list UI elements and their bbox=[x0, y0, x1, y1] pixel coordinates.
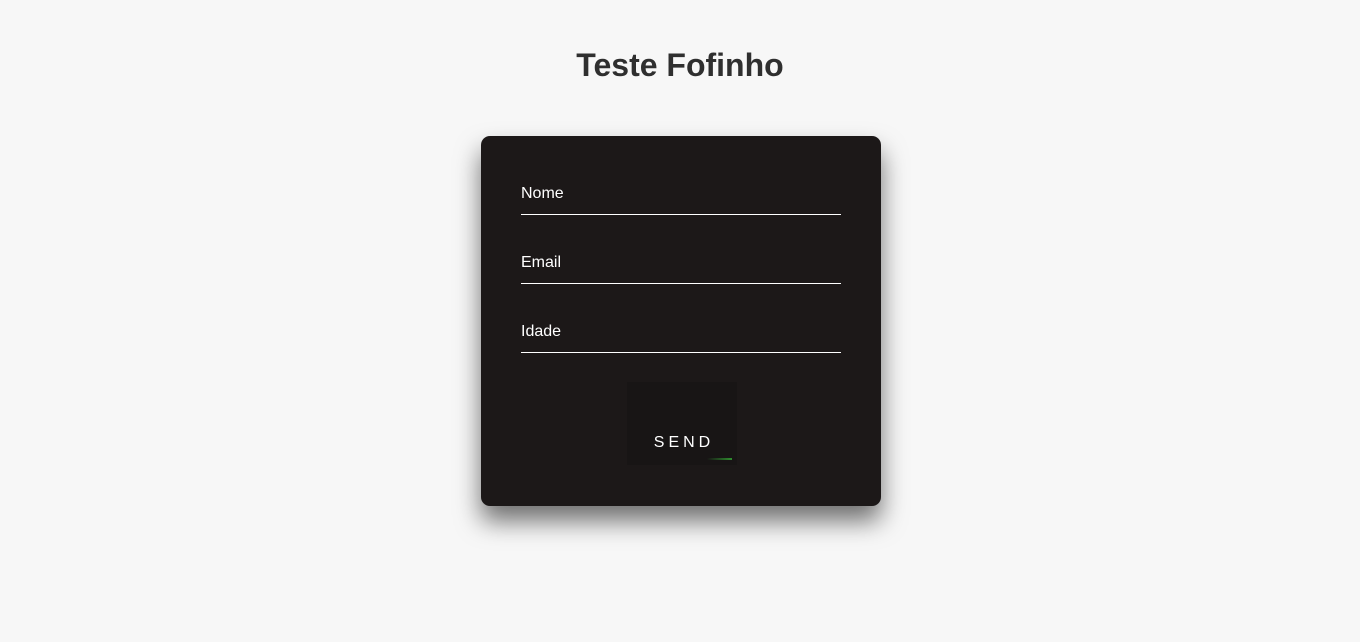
email-field[interactable]: Email bbox=[521, 243, 841, 284]
send-button-label: SEND bbox=[653, 434, 715, 451]
send-button[interactable]: SEND bbox=[627, 382, 737, 465]
send-button-accent-line bbox=[707, 458, 732, 460]
nome-label: Nome bbox=[521, 185, 564, 202]
email-label: Email bbox=[521, 254, 562, 271]
nome-field[interactable]: Nome bbox=[521, 174, 841, 215]
page: Teste Fofinho Nome Email Idade SEND bbox=[0, 0, 1360, 642]
idade-field[interactable]: Idade bbox=[521, 312, 841, 353]
login-card-form: Nome Email Idade SEND bbox=[481, 136, 881, 506]
page-title: Teste Fofinho bbox=[576, 47, 784, 83]
idade-label: Idade bbox=[521, 323, 562, 340]
